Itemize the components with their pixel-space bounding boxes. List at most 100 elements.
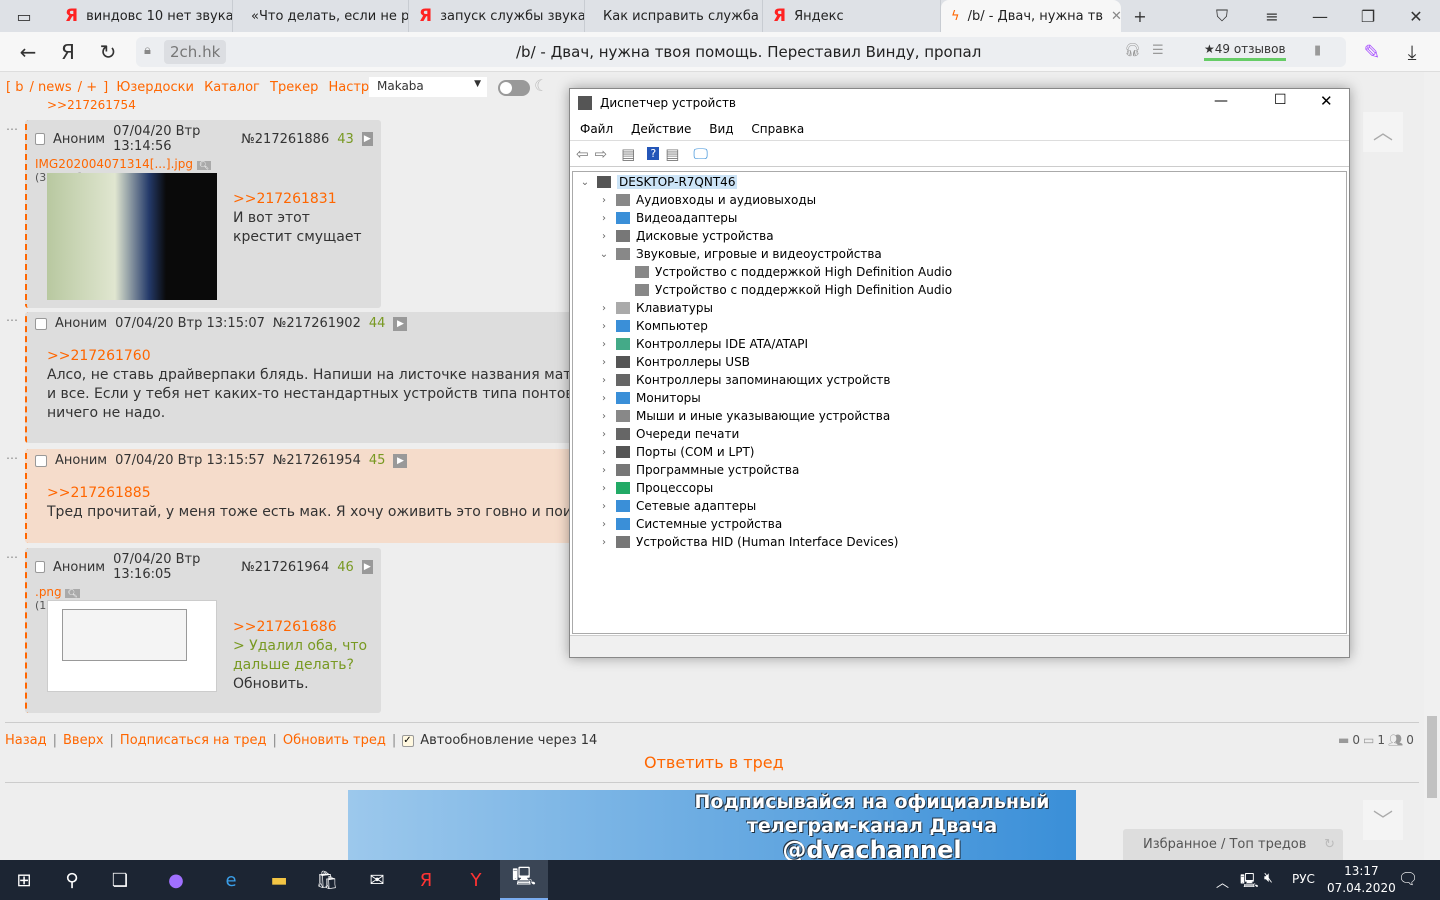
network-icon[interactable]: 🖳︎ [1240, 870, 1259, 894]
minimize-icon[interactable]: — [1214, 93, 1228, 109]
mail-icon[interactable]: ✉ [353, 860, 401, 900]
post-number[interactable]: №217261886 [241, 132, 329, 147]
play-icon[interactable]: ▶ [393, 453, 408, 468]
play-icon[interactable]: ▶ [361, 560, 373, 574]
reply-link[interactable]: >>217261760 [47, 347, 577, 366]
tab-4[interactable]: Я Яндекс [763, 0, 941, 32]
explorer-icon[interactable]: ▬ [255, 860, 303, 900]
chevron-right-icon[interactable]: › [598, 195, 610, 206]
tree-item[interactable]: › Мониторы [598, 389, 1340, 407]
reply-link[interactable]: >>217261831 [233, 190, 362, 209]
bookmarks-icon[interactable]: ⛉ [1198, 0, 1246, 32]
help-icon[interactable]: ? [647, 147, 660, 160]
tree-item[interactable]: › Дисковые устройства [598, 227, 1340, 245]
tab-2[interactable]: Язапуск службы звука в [409, 0, 585, 32]
post-image[interactable] [47, 173, 217, 300]
tree-item[interactable]: › Контроллеры запоминающих устройств [598, 371, 1340, 389]
post-number[interactable]: №217261954 [273, 453, 361, 468]
store-icon[interactable]: 🛍︎ [303, 860, 351, 900]
notifications-icon[interactable]: 🗨︎ [1398, 869, 1418, 888]
yandex-browser-icon[interactable]: Y [452, 860, 500, 900]
chevron-right-icon[interactable]: › [598, 447, 610, 458]
tree-item[interactable]: › Видеоадаптеры [598, 209, 1340, 227]
chevron-right-icon[interactable]: › [598, 519, 610, 530]
close-icon[interactable]: ✕ [1392, 0, 1440, 32]
post-checkbox[interactable] [35, 133, 46, 145]
scroll-up-button[interactable]: ︿ [1363, 112, 1403, 152]
post-menu-icon[interactable]: ⋯ [6, 122, 18, 136]
nav-userboards[interactable]: Юзердоски [116, 80, 194, 95]
tree-item[interactable]: › Сетевые адаптеры [598, 497, 1340, 515]
headphones-icon[interactable]: 🎧︎ [1124, 43, 1141, 58]
tray-chevron-icon[interactable]: ︿ [1216, 872, 1229, 891]
search-icon[interactable]: ⚲ [48, 860, 96, 900]
update-driver-icon[interactable]: ▤ [665, 145, 679, 163]
tree-item[interactable]: › Программные устройства [598, 461, 1340, 479]
yandex-home-button[interactable]: Я [48, 32, 88, 72]
chevron-right-icon[interactable]: › [598, 213, 610, 224]
nav-tracker[interactable]: Трекер [270, 80, 318, 95]
chevron-right-icon[interactable]: › [598, 483, 610, 494]
file-link[interactable]: IMG202004071314[...].jpg [35, 157, 193, 171]
board-link-plus[interactable]: + [86, 80, 97, 95]
chevron-right-icon[interactable]: › [598, 231, 610, 242]
menu-action[interactable]: Действие [631, 122, 691, 136]
reviews-badge[interactable]: ★49 отзывов [1204, 42, 1286, 61]
tree-item[interactable]: › Очереди печати [598, 425, 1340, 443]
file-link[interactable]: .png [35, 585, 62, 599]
back-icon[interactable]: ← [8, 32, 48, 72]
back-link[interactable]: Назад [5, 733, 47, 748]
tab-active[interactable]: ϟ/b/ - Двач, нужна тв ✕ [941, 0, 1121, 32]
top-link[interactable]: Вверх [63, 733, 104, 748]
subscribe-link[interactable]: Подписаться на тред [120, 733, 267, 748]
chevron-right-icon[interactable]: › [598, 465, 610, 476]
tab-3[interactable]: Как исправить служба [585, 0, 763, 32]
favorites-panel[interactable]: Избранное / Топ тредов ↻ [1123, 829, 1343, 860]
chevron-right-icon[interactable]: › [598, 411, 610, 422]
post-image[interactable] [47, 600, 217, 692]
download-icon[interactable]: ⤓ [1392, 32, 1432, 72]
restore-icon[interactable]: ❐ [1344, 0, 1392, 32]
chevron-down-icon[interactable]: ⌄ [598, 249, 610, 260]
menu-view[interactable]: Вид [709, 122, 733, 136]
sidebar-toggle-icon[interactable]: ▭ [0, 0, 48, 32]
search-image-icon[interactable]: 🔍︎ [65, 589, 80, 598]
tree-item[interactable]: › Порты (COM и LPT) [598, 443, 1340, 461]
menu-icon[interactable]: ≡ [1248, 0, 1296, 32]
post-checkbox[interactable] [35, 454, 47, 467]
minimize-icon[interactable]: — [1296, 0, 1344, 32]
back-arrow-icon[interactable]: ⇦ [576, 145, 589, 163]
device-manager-task-icon[interactable]: 🖳︎ [500, 860, 548, 900]
style-select[interactable]: Makaba ▼ [369, 77, 487, 97]
clock[interactable]: 13:17 07.04.2020 [1327, 863, 1396, 897]
search-image-icon[interactable]: 🔍︎ [196, 161, 211, 170]
bookmark-icon[interactable]: ▮ [1314, 43, 1321, 58]
chevron-right-icon[interactable]: › [598, 501, 610, 512]
post-number[interactable]: №217261902 [273, 316, 361, 331]
edge-icon[interactable]: e [207, 860, 255, 900]
tree-item[interactable]: › Аудиовходы и аудиовыходы [598, 191, 1340, 209]
close-icon[interactable]: ✕ [1320, 92, 1333, 110]
maximize-icon[interactable]: ☐ [1274, 92, 1287, 108]
chevron-right-icon[interactable]: › [598, 393, 610, 404]
play-icon[interactable]: ▶ [393, 316, 408, 331]
refresh-icon[interactable]: ↻ [1324, 837, 1335, 852]
chevron-right-icon[interactable]: › [598, 429, 610, 440]
tree-item[interactable]: › Устройства HID (Human Interface Devices… [598, 533, 1340, 551]
start-icon[interactable]: ⊞ [0, 860, 48, 900]
task-view-icon[interactable]: ❏ [96, 860, 144, 900]
tree-item[interactable]: ⌄ Звуковые, игровые и видеоустройства [598, 245, 1340, 263]
tree-item[interactable]: › Контроллеры USB [598, 353, 1340, 371]
volume-muted-icon[interactable]: 🔇︎ [1264, 870, 1273, 886]
new-tab-button[interactable]: + [1116, 0, 1164, 32]
tree-item[interactable]: › Мыши и иные указывающие устройства [598, 407, 1340, 425]
post-checkbox[interactable] [35, 561, 46, 573]
chevron-right-icon[interactable]: › [598, 375, 610, 386]
page-scrollbar[interactable] [1424, 72, 1440, 860]
tab-0[interactable]: Явиндовс 10 нет звука – [55, 0, 233, 32]
tab-1[interactable]: «Что делать, если не р [233, 0, 409, 32]
menu-file[interactable]: Файл [580, 122, 613, 136]
board-link-b[interactable]: b [15, 80, 23, 95]
board-link-news[interactable]: news [38, 80, 72, 95]
post-number[interactable]: №217261964 [241, 560, 329, 575]
